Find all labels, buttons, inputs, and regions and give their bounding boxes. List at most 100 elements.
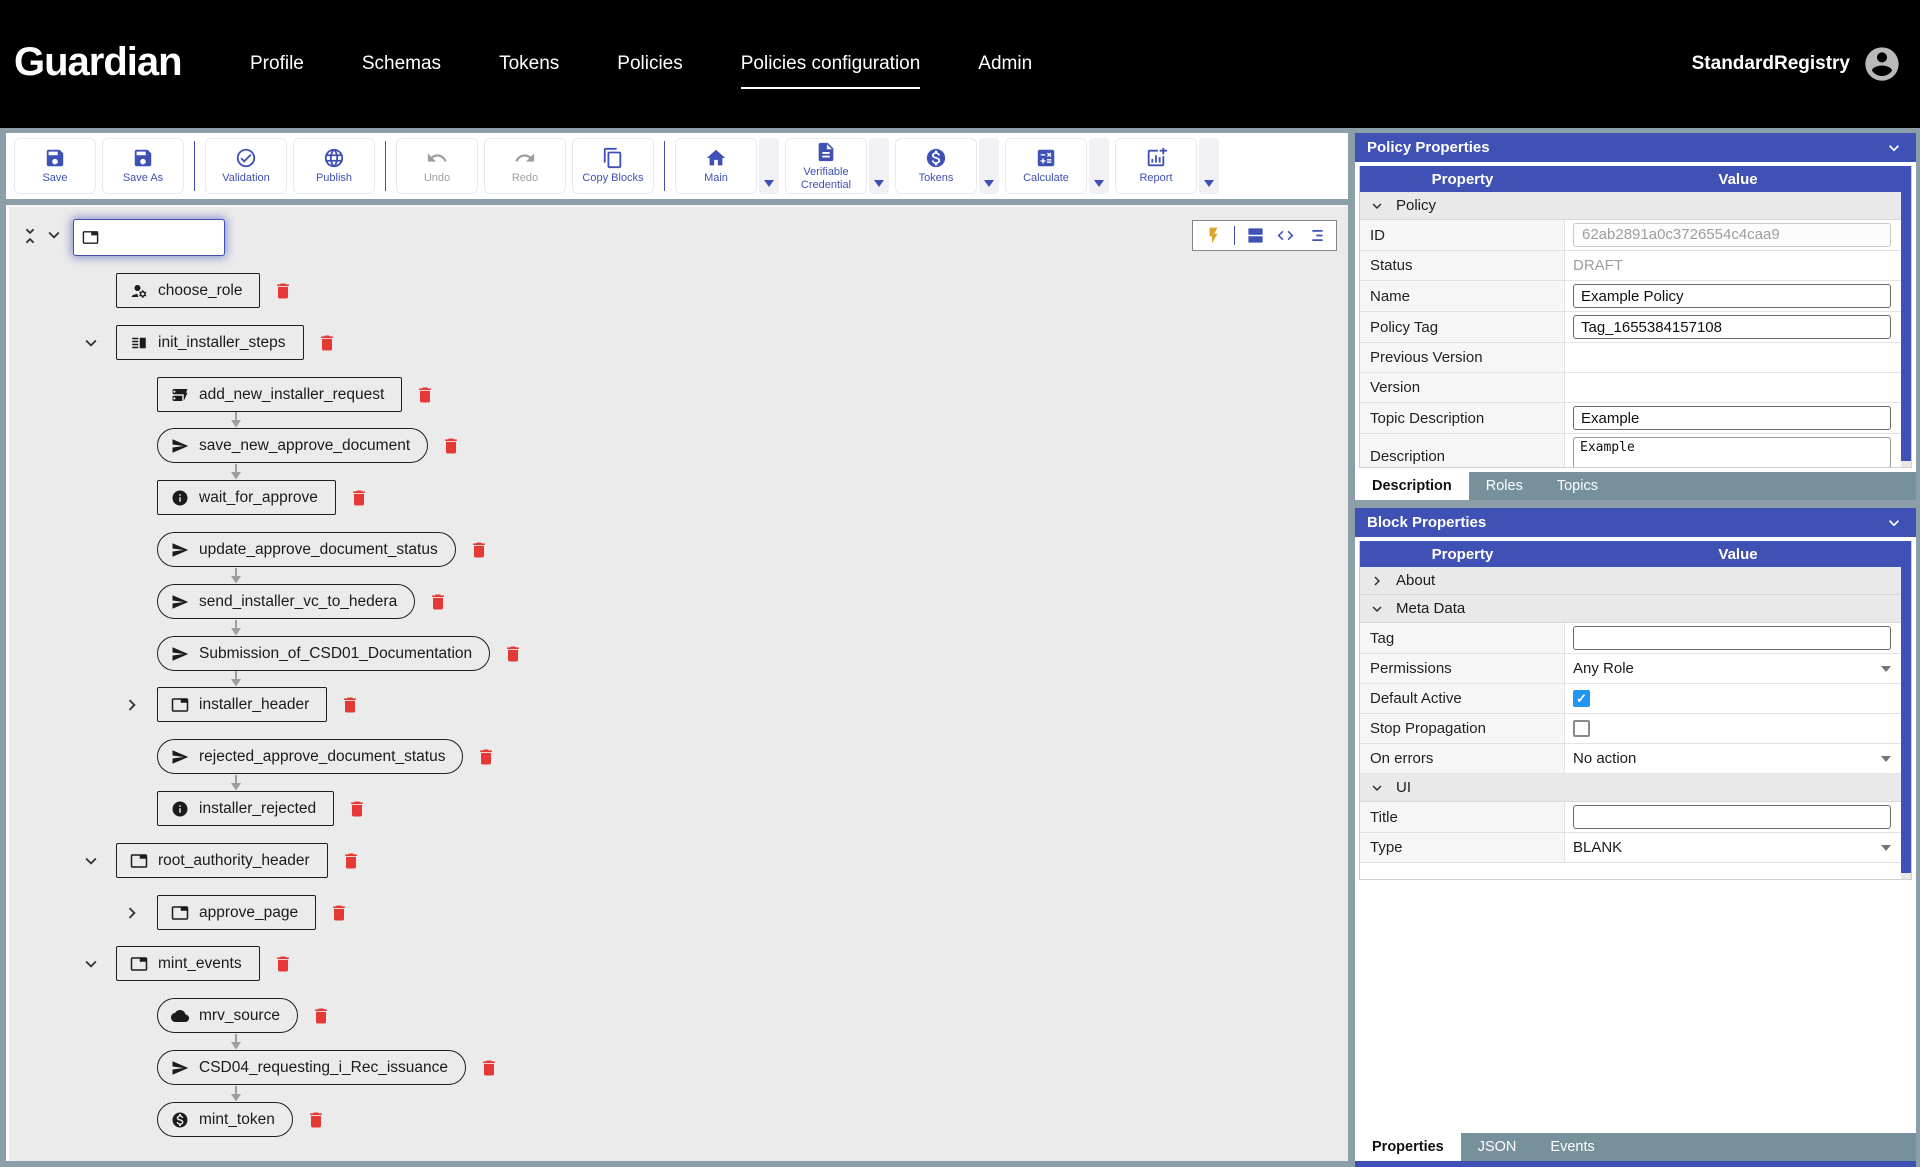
type-select[interactable]: BLANK [1573,839,1891,856]
description-field[interactable]: Example [1573,437,1891,467]
delete-block-button[interactable] [311,1006,331,1026]
policy-block-update_approve_document_status[interactable]: update_approve_document_status [157,532,456,567]
delete-block-button[interactable] [479,1058,499,1078]
policy-block-init_installer_steps[interactable]: init_installer_steps [116,325,304,360]
delete-block-button[interactable] [428,592,448,612]
account-icon[interactable] [1862,44,1902,84]
steps-icon [132,337,146,348]
topic-description-field[interactable] [1573,406,1891,430]
chevron-right-icon[interactable] [121,902,143,924]
policy-block-root_authority_header[interactable]: root_authority_header [116,843,328,878]
policy-block-CSD04_requesting_i_Rec_issuance[interactable]: CSD04_requesting_i_Rec_issuance [157,1050,467,1085]
tree-view-icon[interactable] [1306,226,1325,245]
chevron-down-icon [1881,844,1891,851]
policy-tab-roles[interactable]: Roles [1469,472,1540,500]
policy-tab-description[interactable]: Description [1355,472,1469,500]
save-button[interactable]: Save [14,138,96,194]
report-dropdown-arrow[interactable] [1199,138,1219,194]
policy-block-approve_page[interactable]: approve_page [157,895,317,930]
copy-blocks-button[interactable]: Copy Blocks [572,138,654,194]
delete-block-button[interactable] [317,333,337,353]
group-row-about[interactable]: About [1360,567,1911,595]
delete-block-button[interactable] [503,644,523,664]
policy-block-mrv_source[interactable]: mrv_source [157,998,298,1033]
nav-item-admin[interactable]: Admin [978,53,1032,75]
save-as-button[interactable]: Save As [102,138,184,194]
policy-block-choose_role[interactable]: choose_role [116,273,261,308]
tokens-dropdown-arrow[interactable] [979,138,999,194]
validation-button[interactable]: Validation [205,138,287,194]
user-menu[interactable]: StandardRegistry [1692,0,1902,128]
group-row-meta-data[interactable]: Meta Data [1360,595,1911,623]
publish-button[interactable]: Publish [293,138,375,194]
policy-block-installer_header[interactable]: installer_header [157,687,328,722]
block-properties-section: Block Properties Property Value About Meta … [1355,508,1916,1167]
policy-block-mint_token[interactable]: mint_token [157,1102,293,1137]
delete-block-button[interactable] [349,488,369,508]
policy-block-mint_events[interactable]: mint_events [116,946,260,981]
nav-item-profile[interactable]: Profile [250,53,304,75]
report-button[interactable]: Report [1115,138,1197,194]
name-field[interactable] [1573,284,1891,308]
policy-block-add_new_installer_request[interactable]: add_new_installer_request [157,377,403,412]
redo-button[interactable]: Redo [484,138,566,194]
flash-icon[interactable] [1204,226,1223,245]
block-search-input[interactable] [105,229,216,246]
chevron-right-icon[interactable] [121,694,143,716]
policy-block-save_new_approve_document[interactable]: save_new_approve_document [157,428,429,463]
delete-block-button[interactable] [347,799,367,819]
delete-block-button[interactable] [415,385,435,405]
chevron-down-icon[interactable] [80,332,102,354]
collapse-all-icon[interactable] [19,225,41,252]
chevron-down-icon[interactable] [80,953,102,975]
tag-field[interactable] [1573,626,1891,650]
stop-propagation-checkbox[interactable] [1573,720,1590,737]
chev-down-icon [1372,202,1382,209]
panel-tab-events[interactable]: Events [1533,1133,1611,1161]
nav-item-schemas[interactable]: Schemas [362,53,441,75]
permissions-select[interactable]: Any Role [1573,660,1891,677]
panel-tab-properties[interactable]: Properties [1355,1133,1461,1161]
main-dropdown-arrow[interactable] [759,138,779,194]
verifiable-credential-button[interactable]: Verifiable Credential [785,138,867,194]
delete-block-button[interactable] [340,695,360,715]
delete-block-button[interactable] [306,1110,326,1130]
group-row-policy[interactable]: Policy [1360,192,1911,220]
delete-block-button[interactable] [273,281,293,301]
policy-block-wait_for_approve[interactable]: wait_for_approve [157,480,336,515]
policy-block-Submission_of_CSD01_Documentation[interactable]: Submission_of_CSD01_Documentation [157,636,491,671]
on-errors-select[interactable]: No action [1573,750,1891,767]
blocks-view-icon[interactable] [1246,226,1265,245]
calculate-button[interactable]: Calculate [1005,138,1087,194]
calculate-dropdown-arrow[interactable] [1089,138,1109,194]
policy-block-send_installer_vc_to_hedera[interactable]: send_installer_vc_to_hedera [157,584,416,619]
chevron-down-icon[interactable] [43,224,65,251]
code-view-icon[interactable] [1276,226,1295,245]
default-active-checkbox[interactable]: ✓ [1573,690,1590,707]
group-row-ui[interactable]: UI [1360,774,1911,802]
nav-item-tokens[interactable]: Tokens [499,53,559,75]
title-field[interactable] [1573,805,1891,829]
chevron-down-icon[interactable] [1884,513,1904,533]
nav-item-policies-configuration[interactable]: Policies configuration [740,53,921,89]
delete-block-button[interactable] [476,747,496,767]
delete-block-button[interactable] [341,851,361,871]
policy-block-rejected_approve_document_status[interactable]: rejected_approve_document_status [157,739,464,774]
policy-block-installer_rejected[interactable]: installer_rejected [157,791,335,826]
delete-block-button[interactable] [441,436,461,456]
verifiable-credential-dropdown-arrow[interactable] [869,138,889,194]
tokens-button[interactable]: Tokens [895,138,977,194]
policy-tab-topics[interactable]: Topics [1540,472,1615,500]
nav-item-policies[interactable]: Policies [617,53,682,75]
main-button[interactable]: Main [675,138,757,194]
scrollbar[interactable] [1901,567,1911,879]
delete-block-button[interactable] [469,540,489,560]
panel-tab-json[interactable]: JSON [1461,1133,1534,1161]
delete-block-button[interactable] [329,903,349,923]
chevron-down-icon[interactable] [1884,138,1904,158]
undo-button[interactable]: Undo [396,138,478,194]
policy-tag-field[interactable] [1573,315,1891,339]
scrollbar[interactable] [1901,192,1911,467]
delete-block-button[interactable] [273,954,293,974]
chevron-down-icon[interactable] [80,850,102,872]
